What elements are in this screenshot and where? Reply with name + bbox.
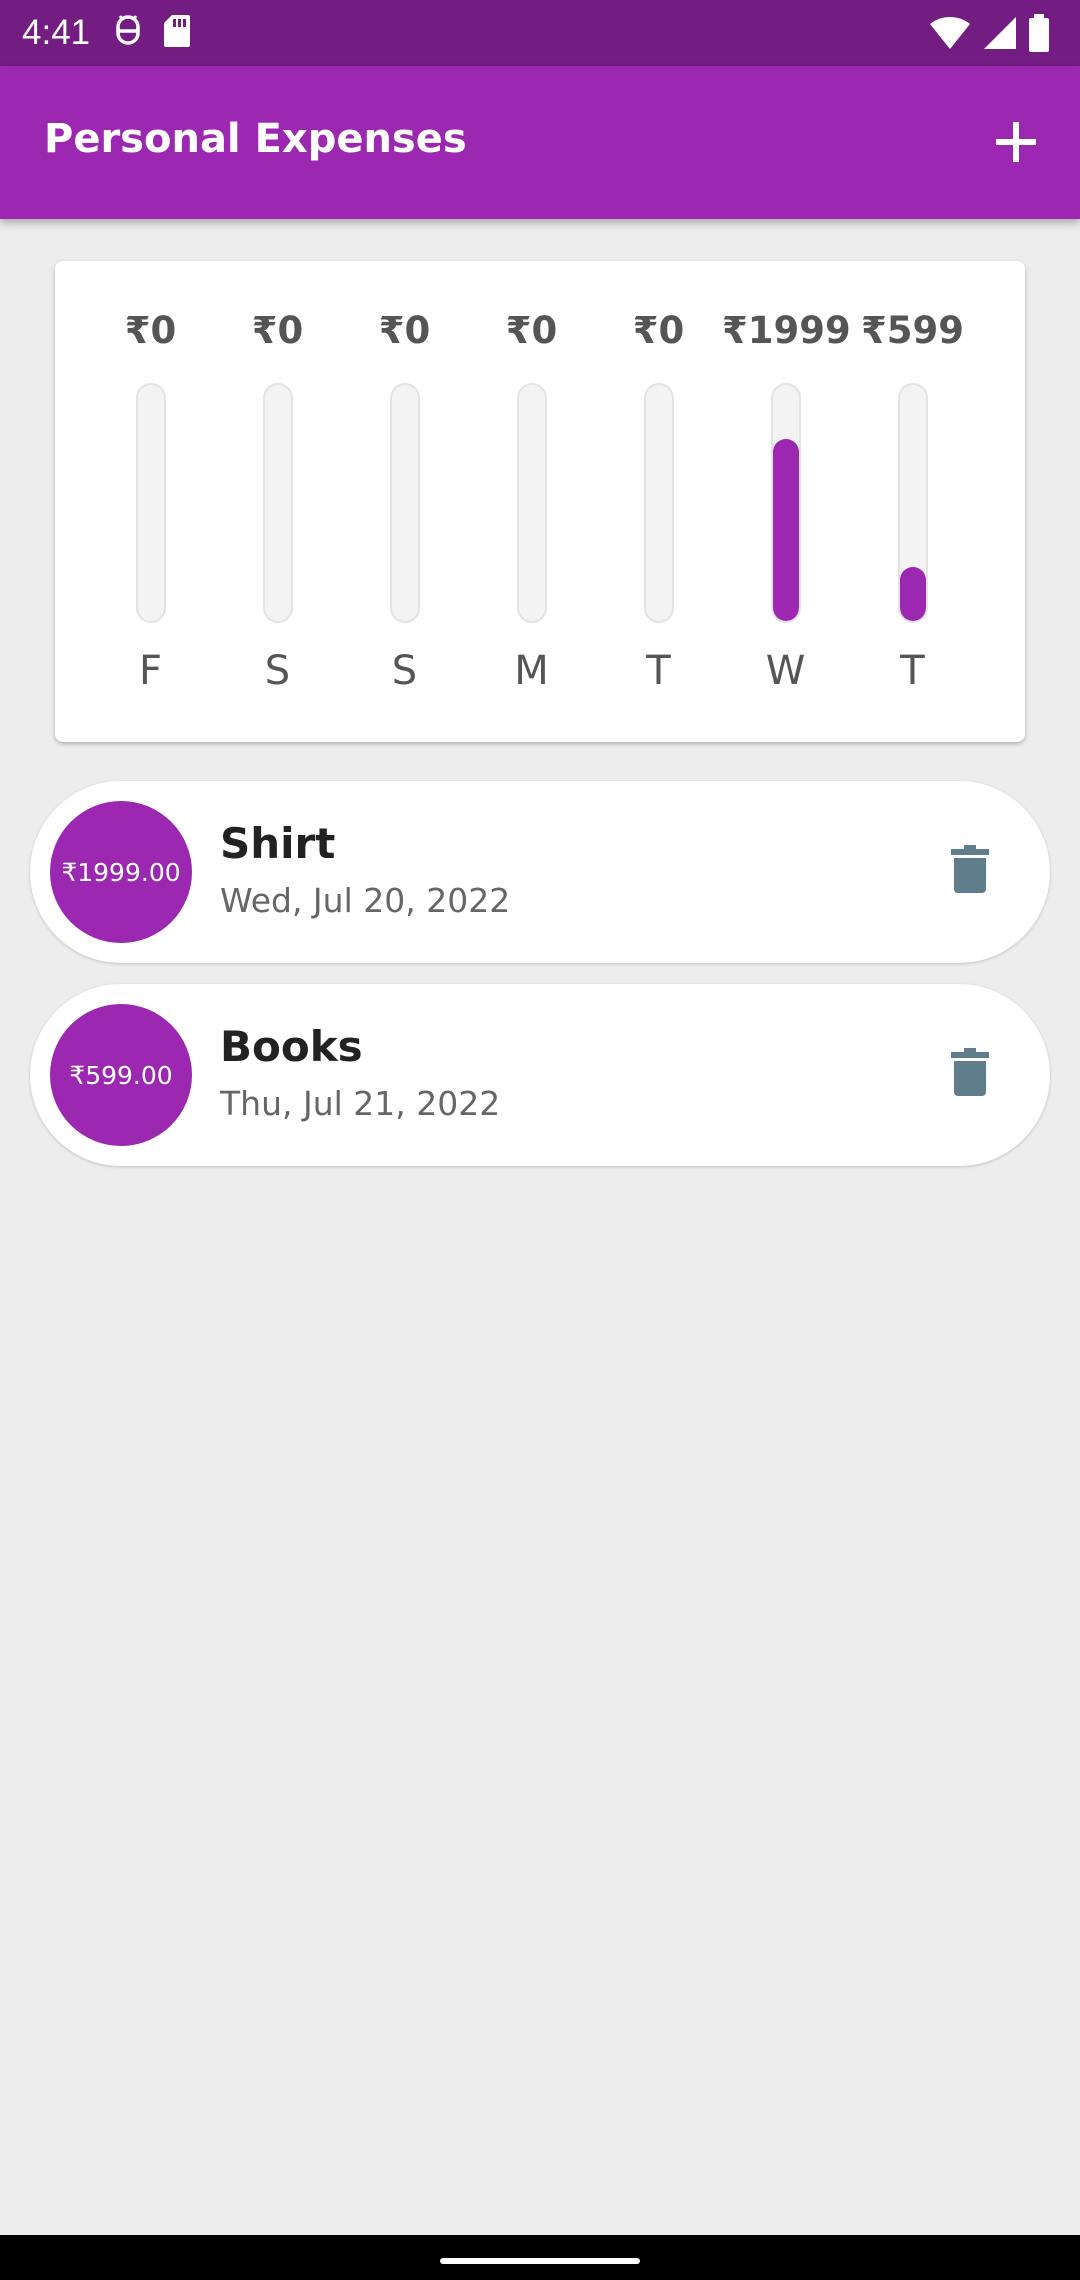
chart-amount-label: ₹599 [861, 309, 964, 352]
home-gesture-handle[interactable] [440, 2258, 640, 2264]
chart-bar-track [389, 383, 420, 623]
chart-bar-column: ₹599 T [849, 261, 976, 742]
transaction-amount: ₹1999.00 [61, 857, 181, 887]
chart-bar-column: ₹1999 W [722, 261, 851, 742]
chart-day-label: T [900, 648, 925, 694]
trash-icon [951, 845, 989, 897]
chart-amount-label: ₹0 [251, 309, 304, 352]
signal-icon [982, 15, 1018, 55]
add-expense-button[interactable] [978, 106, 1054, 182]
android-debug-icon [112, 13, 144, 53]
chart-day-label: W [765, 648, 806, 694]
transaction-amount: ₹599.00 [69, 1060, 173, 1090]
transaction-date: Thu, Jul 21, 2022 [220, 1084, 501, 1123]
chart-amount-label: ₹0 [378, 309, 431, 352]
chart-bar-fill [772, 439, 799, 621]
chart-amount-label: ₹0 [124, 309, 177, 352]
chart-amount-label: ₹1999 [722, 309, 851, 352]
amount-avatar: ₹1999.00 [50, 801, 192, 943]
chart-bar-column: ₹0 F [87, 261, 214, 742]
chart-bar-track [262, 383, 293, 623]
navigation-bar [0, 2235, 1080, 2280]
chart-day-label: F [138, 648, 162, 694]
chart-bar-track [770, 383, 801, 623]
status-time: 4:41 [22, 13, 91, 52]
status-bar: 4:41 [0, 0, 1080, 66]
chart-bar-track [516, 383, 547, 623]
chart-amount-label: ₹0 [505, 309, 558, 352]
chart-bar-column: ₹0 T [595, 261, 722, 742]
chart-day-label: S [391, 648, 418, 694]
app-bar: Personal Expenses [0, 66, 1080, 219]
transaction-item: ₹1999.00 Shirt Wed, Jul 20, 2022 [30, 781, 1050, 963]
transaction-title: Shirt [220, 819, 336, 868]
chart-bar-column: ₹0 S [341, 261, 468, 742]
chart-bar-track [135, 383, 166, 623]
chart-bar-track [897, 383, 928, 623]
sd-card-icon [162, 13, 192, 53]
chart-day-label: M [514, 648, 549, 694]
chart-day-label: S [264, 648, 291, 694]
transaction-title: Books [220, 1022, 363, 1071]
trash-icon [951, 1048, 989, 1100]
chart-day-label: T [646, 648, 671, 694]
plus-icon [994, 120, 1038, 168]
chart-bar-column: ₹0 S [214, 261, 341, 742]
app-title: Personal Expenses [44, 116, 467, 162]
delete-button[interactable] [940, 841, 1000, 901]
chart-bar-track [643, 383, 674, 623]
chart-bar-fill [899, 566, 926, 621]
amount-avatar: ₹599.00 [50, 1004, 192, 1146]
transaction-item: ₹599.00 Books Thu, Jul 21, 2022 [30, 984, 1050, 1166]
transaction-date: Wed, Jul 20, 2022 [220, 881, 511, 920]
chart-bar-column: ₹0 M [468, 261, 595, 742]
weekly-chart-card: ₹0 F ₹0 S ₹0 S ₹0 M ₹0 T ₹1999 W ₹599 T [55, 261, 1025, 742]
battery-icon [1028, 14, 1050, 56]
delete-button[interactable] [940, 1044, 1000, 1104]
chart-amount-label: ₹0 [632, 309, 685, 352]
wifi-icon [928, 15, 972, 55]
